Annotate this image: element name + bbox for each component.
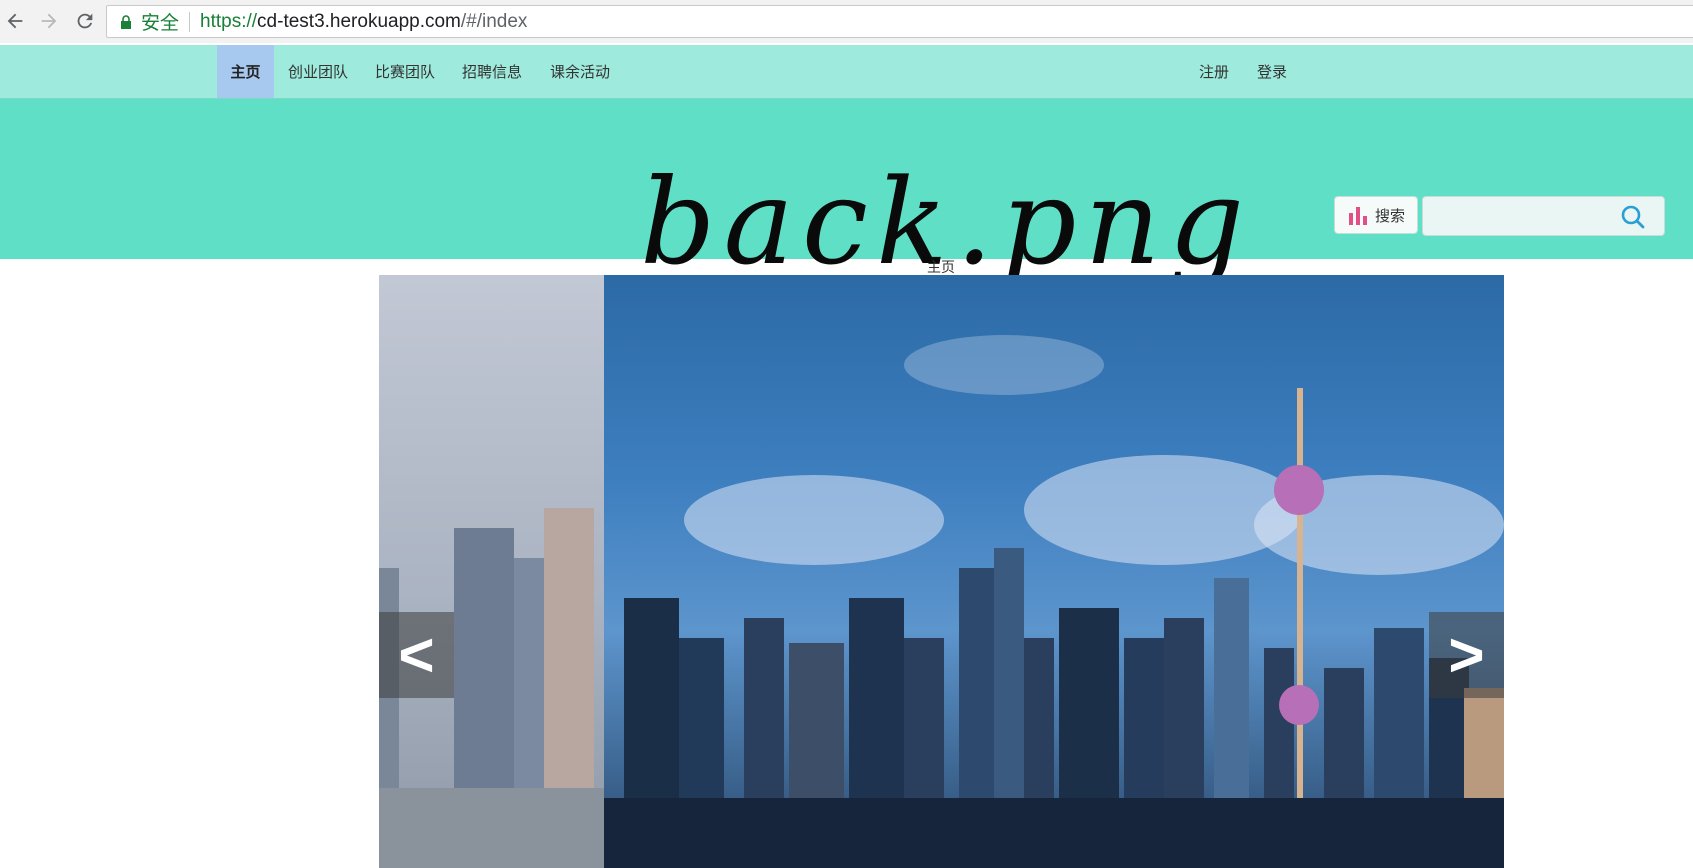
register-link[interactable]: 注册 [1194, 45, 1234, 98]
previous-slide-image [379, 275, 604, 868]
nav-item-home[interactable]: 主页 [217, 45, 274, 98]
search-button-label: 搜索 [1374, 206, 1405, 225]
url-separator [189, 11, 191, 32]
address-bar[interactable]: 安全 https://cd-test3.herokuapp.com/#/inde… [106, 5, 1693, 38]
lock-icon [121, 14, 131, 29]
site-navbar: 主页 创业团队 比赛团队 招聘信息 课余活动 注册 登录 [0, 45, 1693, 99]
search-field [1422, 196, 1665, 236]
url-path: /#/index [460, 10, 528, 32]
search-input[interactable] [1423, 197, 1625, 235]
image-carousel: < > [379, 275, 1504, 868]
login-link[interactable]: 登录 [1252, 45, 1292, 98]
secure-label: 安全 [141, 13, 180, 34]
url-protocol: https:// [200, 10, 258, 32]
browser-toolbar: 安全 https://cd-test3.herokuapp.com/#/inde… [0, 0, 1693, 43]
search-icon[interactable] [1620, 204, 1646, 230]
forward-icon[interactable] [36, 8, 62, 34]
back-icon[interactable] [2, 8, 28, 34]
bar-chart-icon [1348, 207, 1367, 225]
carousel-next-button[interactable]: > [1429, 612, 1504, 698]
search-button[interactable]: 搜索 [1334, 196, 1418, 234]
url-host: cd-test3.herokuapp.com [257, 10, 461, 32]
breadcrumb: 主页 [927, 260, 955, 276]
reload-icon[interactable] [72, 8, 98, 34]
nav-item-recruitment[interactable]: 招聘信息 [458, 45, 526, 98]
nav-item-startup-teams[interactable]: 创业团队 [284, 45, 352, 98]
nav-item-activities[interactable]: 课余活动 [546, 45, 614, 98]
shanghai-skyline-image [604, 275, 1504, 868]
carousel-prev-button[interactable]: < [379, 612, 454, 698]
nav-item-competition-teams[interactable]: 比赛团队 [371, 45, 439, 98]
